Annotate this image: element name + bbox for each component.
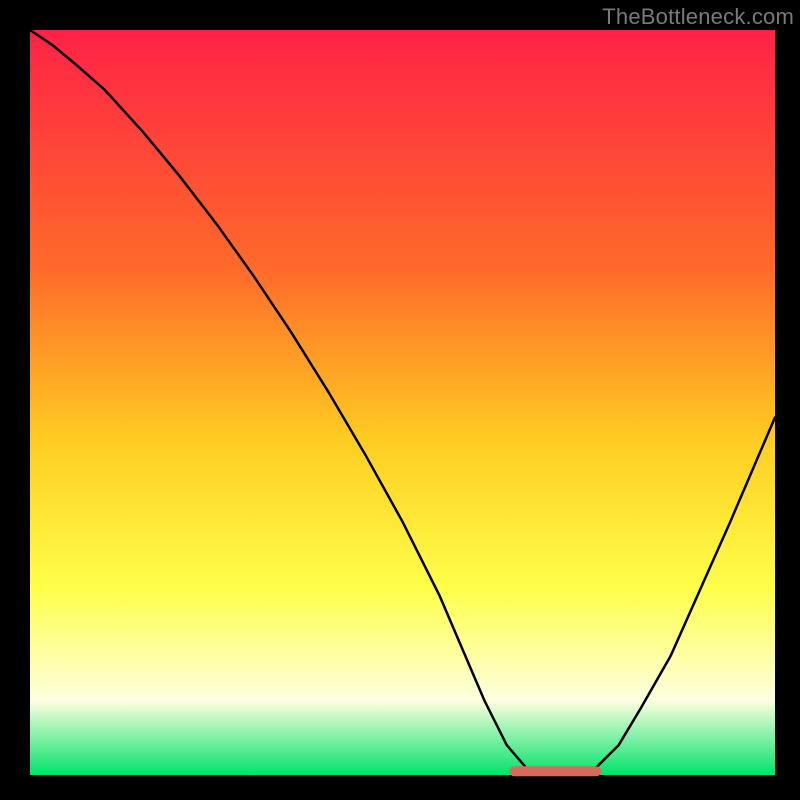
gradient-background bbox=[30, 30, 775, 775]
bottleneck-chart bbox=[0, 0, 800, 800]
watermark-text: TheBottleneck.com bbox=[602, 4, 794, 30]
chart-stage: TheBottleneck.com bbox=[0, 0, 800, 800]
